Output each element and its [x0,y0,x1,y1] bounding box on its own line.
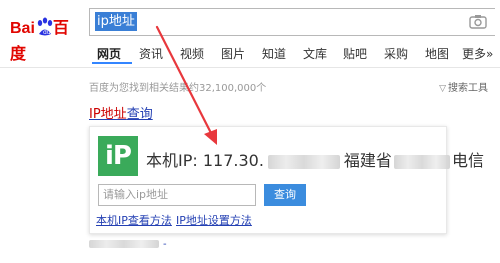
query-button[interactable]: 查询 [264,184,306,206]
tab-wenku[interactable]: 文库 [303,44,327,64]
ip-isp: 电信 [451,151,484,170]
tab-more[interactable]: 更多» [462,44,493,64]
result-title-highlight: IP地址 [89,107,127,122]
ip-settings-method-link[interactable]: IP地址设置方法 [176,212,252,228]
search-tabs: 网页 资讯 视频 图片 知道 文库 贴吧 采购 地图 更多» [0,44,500,66]
ip-address-input[interactable]: 请输入ip地址 [98,184,256,206]
ip-logo-icon: iP [98,136,138,176]
local-ip-method-link[interactable]: 本机IP查看方法 [96,212,172,228]
redacted-location-segment [393,154,450,169]
tab-web[interactable]: 网页 [97,44,121,64]
nav-divider [0,67,500,68]
local-ip-display: 本机IP: 117.30. 福建省 电信 [146,147,484,171]
result-count: 百度为您找到相关结果约32,100,000个 [89,83,267,94]
ip-lookup-card: iP 本机IP: 117.30. 福建省 电信 请输入ip地址 查询 本机IP查看方… [89,126,484,234]
tab-zhidao[interactable]: 知道 [262,44,286,64]
tab-map[interactable]: 地图 [425,44,449,64]
tab-news[interactable]: 资讯 [139,44,163,64]
next-result-tail: - [163,239,167,250]
next-result-link[interactable]: - [89,239,167,250]
result-title-link[interactable]: IP地址查询 [89,103,153,122]
svg-text:du: du [43,29,51,36]
ip-label: 本机IP: 117.30. [146,151,264,170]
redacted-link-text [89,240,159,248]
search-tools-button[interactable]: ▽ 搜索工具 [439,79,488,94]
search-input[interactable]: ip地址 [89,8,495,36]
logo-bai: Bai [10,20,35,37]
tab-tieba[interactable]: 贴吧 [343,44,367,64]
search-tools-label: 搜索工具 [448,83,488,94]
paw-icon: du [37,17,53,36]
active-tab-indicator [92,62,132,64]
redacted-ip-segment [267,154,340,169]
baidu-logo[interactable]: Bai 百度 du [5,8,83,63]
tab-caigou[interactable]: 采购 [384,44,408,64]
search-query-text: ip地址 [95,12,137,31]
funnel-icon: ▽ [439,84,446,94]
tab-video[interactable]: 视频 [180,44,204,64]
result-title-suffix: 查询 [126,107,153,122]
camera-icon[interactable] [469,14,487,30]
tab-images[interactable]: 图片 [221,44,245,64]
ip-location-province: 福建省 [343,151,392,170]
